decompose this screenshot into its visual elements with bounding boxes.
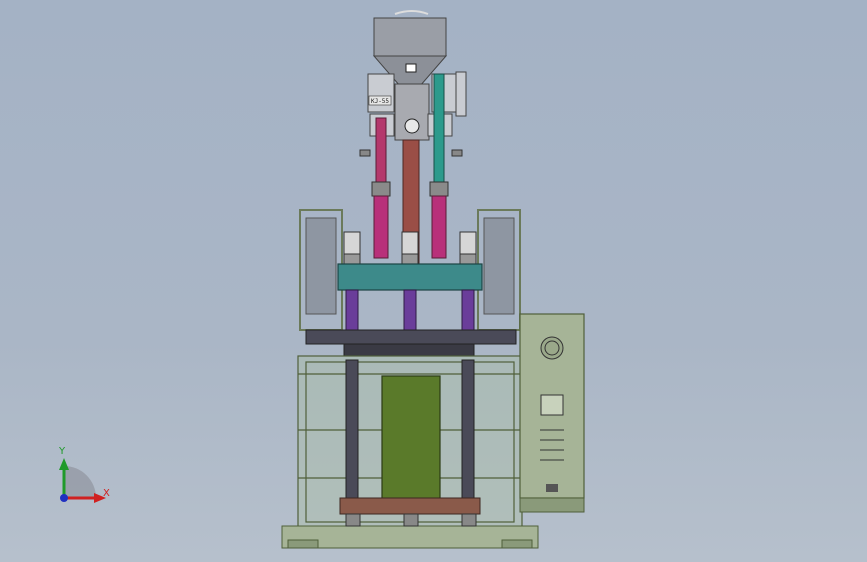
cylinder-right	[431, 195, 447, 259]
cylinder-left	[373, 195, 389, 259]
mold-plate	[343, 343, 475, 357]
electrical-cabinet	[519, 313, 585, 513]
rod-left	[375, 117, 387, 191]
nameplate-text: KJ-55	[371, 98, 389, 105]
bottom-plate	[339, 497, 481, 515]
fixed-platen	[305, 329, 517, 345]
guide-columns	[345, 289, 475, 331]
rod-right	[433, 73, 445, 193]
control-cabinet-panel	[381, 375, 441, 503]
upright-frame-left	[299, 209, 343, 331]
coordinate-triad-icon	[59, 458, 106, 503]
axis-label-x: X	[103, 488, 110, 499]
cad-viewport[interactable]: KJ-55 Y X	[0, 0, 867, 562]
tie-bar-nuts	[343, 231, 477, 265]
upper-platen	[337, 263, 483, 291]
upright-frame-right	[477, 209, 521, 331]
axis-label-y: Y	[58, 446, 66, 457]
